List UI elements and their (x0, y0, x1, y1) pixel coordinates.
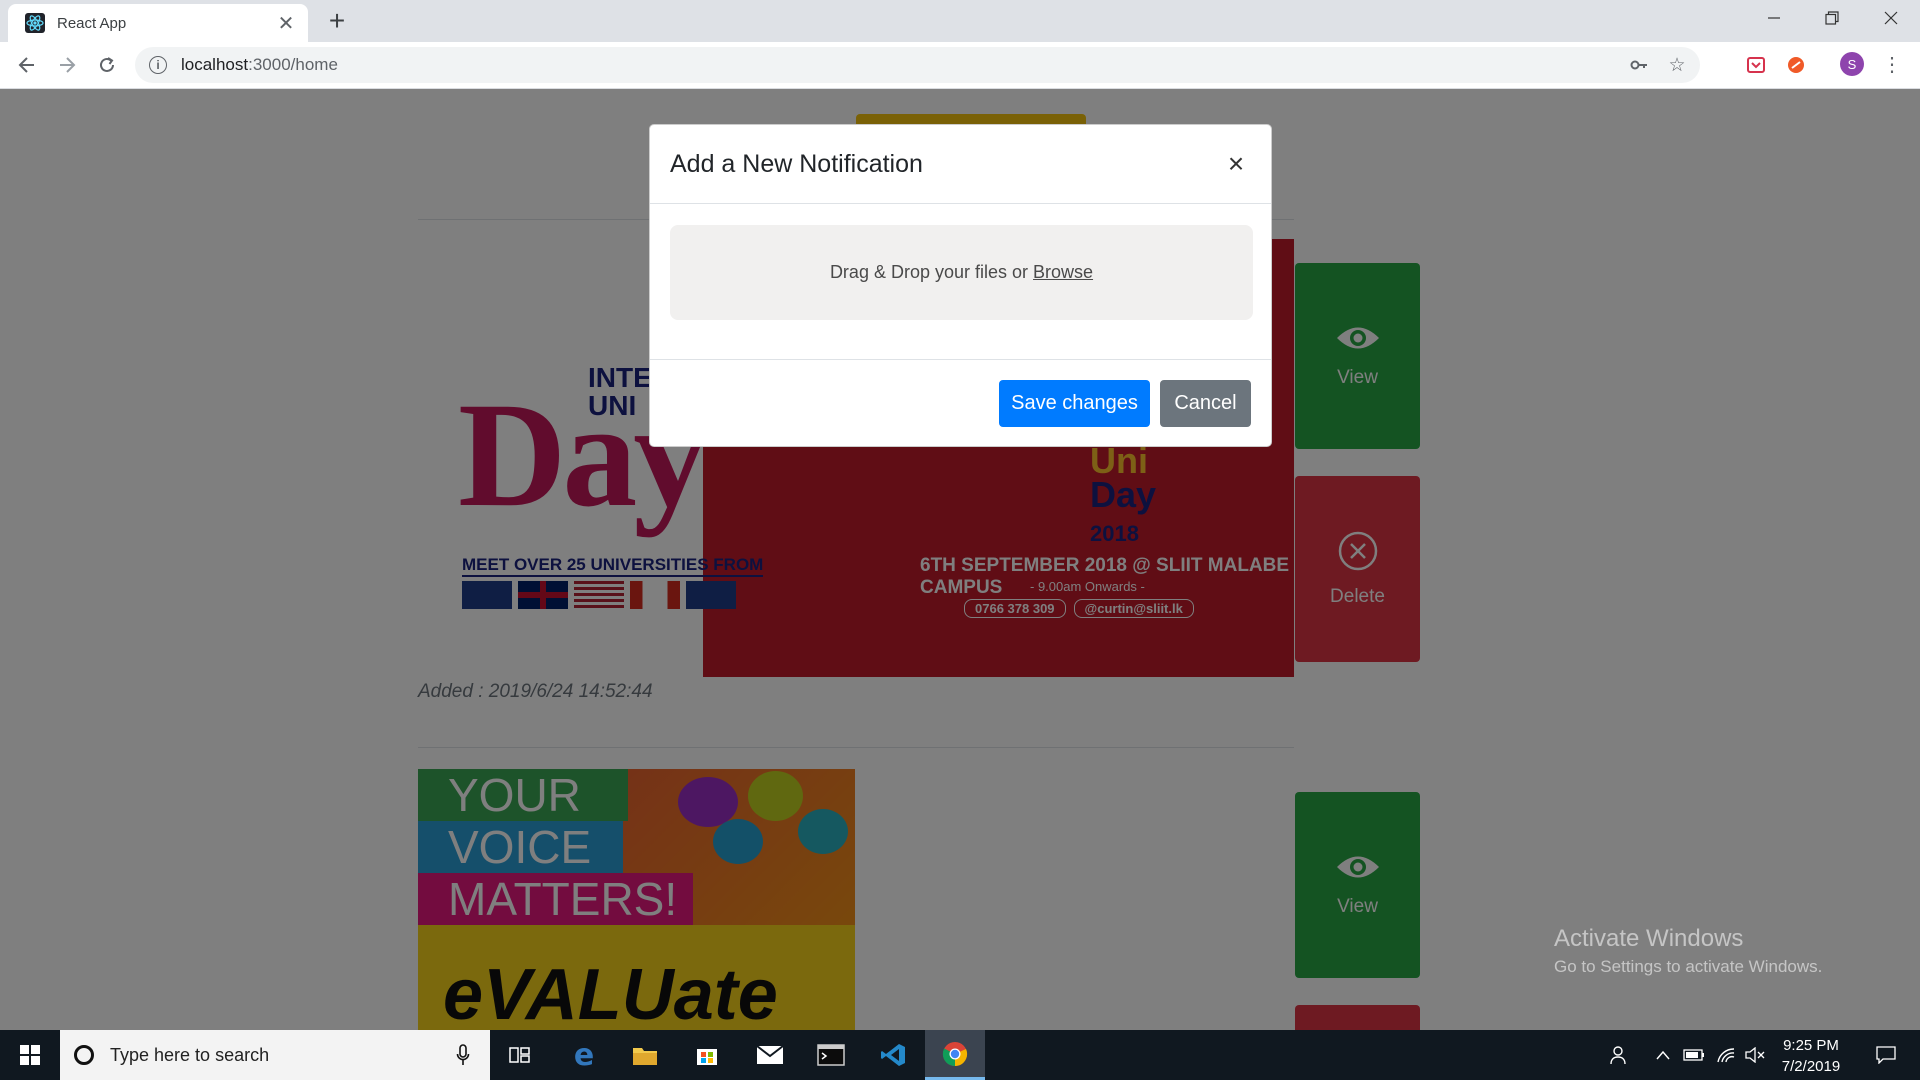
mail-icon[interactable] (740, 1030, 800, 1080)
watermark-title: Activate Windows (1554, 925, 1744, 952)
react-icon (25, 13, 45, 33)
tab-strip: React App ✕ + (0, 0, 1920, 42)
wifi-icon[interactable] (1712, 1030, 1740, 1080)
browser-tab[interactable]: React App ✕ (8, 4, 308, 42)
mic-icon[interactable] (448, 1040, 478, 1070)
tab-title: React App (57, 14, 127, 32)
star-icon[interactable]: ☆ (1662, 50, 1692, 80)
minimize-button[interactable] (1745, 0, 1803, 36)
save-button[interactable]: Save changes (999, 380, 1150, 427)
task-view-icon[interactable] (490, 1030, 550, 1080)
plus-icon[interactable]: + (322, 5, 352, 36)
people-icon[interactable] (1605, 1030, 1635, 1080)
menu-icon[interactable]: ⋮ (1880, 50, 1904, 78)
reload-icon[interactable] (92, 50, 122, 80)
taskbar: Type here to search e 9:25 PM 7/2/2019 (0, 1030, 1920, 1080)
system-clock[interactable]: 9:25 PM 7/2/2019 (1766, 1035, 1856, 1077)
modal-header: Add a New Notification × (650, 125, 1271, 204)
close-window-button[interactable] (1862, 0, 1920, 36)
close-icon[interactable]: ✕ (274, 11, 298, 35)
modal-title: Add a New Notification (670, 149, 923, 178)
watermark-subtitle: Go to Settings to activate Windows. (1554, 957, 1823, 976)
info-icon[interactable]: i (149, 56, 167, 74)
windows-icon[interactable] (0, 1030, 60, 1080)
notification-icon[interactable] (1866, 1030, 1906, 1080)
terminal-icon[interactable] (801, 1030, 861, 1080)
avatar[interactable]: S (1840, 52, 1864, 76)
dropzone-text: Drag & Drop your files or (829, 262, 1029, 282)
back-icon[interactable] (12, 50, 42, 80)
taskbar-search[interactable]: Type here to search (60, 1030, 490, 1080)
clock-time: 9:25 PM (1783, 1037, 1839, 1054)
address-bar[interactable]: i localhost:3000/home ☆ (135, 47, 1700, 83)
url-text[interactable]: localhost:3000/home (181, 55, 1624, 75)
chevron-up-icon[interactable] (1650, 1030, 1676, 1080)
pocket-icon[interactable] (1742, 51, 1770, 79)
restore-button[interactable] (1803, 0, 1861, 36)
battery-icon[interactable] (1680, 1030, 1708, 1080)
browse-link[interactable]: Browse (1033, 262, 1093, 283)
add-notification-modal: Add a New Notification × Drag & Drop you… (649, 124, 1272, 447)
store-icon[interactable] (677, 1030, 737, 1080)
cortana-icon (74, 1045, 94, 1065)
clock-date: 7/2/2019 (1781, 1058, 1841, 1075)
activate-windows-watermark: Activate Windows Go to Settings to activ… (1554, 925, 1822, 977)
modal-footer: Save changes Cancel (650, 359, 1271, 447)
url-path: :3000/home (248, 55, 338, 74)
url-host: localhost (181, 55, 249, 74)
edge-icon[interactable]: e (554, 1030, 614, 1080)
file-dropzone[interactable]: Drag & Drop your files or Browse (670, 225, 1253, 320)
browser-toolbar: i localhost:3000/home ☆ (0, 42, 1920, 89)
forward-icon[interactable] (52, 50, 82, 80)
vscode-icon[interactable] (863, 1030, 923, 1080)
cancel-button[interactable]: Cancel (1160, 380, 1251, 427)
search-input[interactable]: Type here to search (110, 1045, 448, 1066)
key-icon[interactable] (1624, 50, 1654, 80)
folder-icon[interactable] (615, 1030, 675, 1080)
chrome-icon[interactable] (925, 1030, 985, 1080)
extension-icon[interactable] (1782, 51, 1810, 79)
volume-icon[interactable] (1742, 1030, 1768, 1080)
close-icon[interactable]: × (1221, 148, 1251, 179)
